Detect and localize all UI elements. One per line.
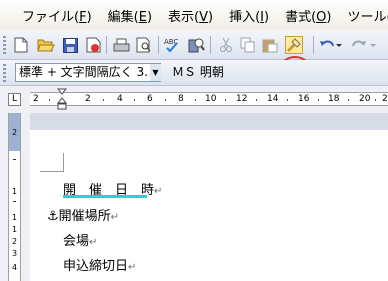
vruler-number: 2 (11, 128, 18, 137)
new-icon[interactable] (12, 36, 30, 54)
standard-toolbar: ABC (0, 30, 388, 92)
anchor-icon: ⚓ (47, 209, 59, 224)
print-preview-icon[interactable] (135, 36, 153, 54)
vruler-number: 3 (11, 249, 18, 258)
permission-icon[interactable] (84, 36, 102, 54)
toolbar-grip[interactable] (3, 64, 6, 82)
menu-tools[interactable]: ツール(T) (347, 6, 388, 25)
open-icon[interactable] (37, 36, 55, 54)
toolbar-separator (313, 36, 314, 54)
tab-selector-icon[interactable]: L (8, 93, 21, 106)
margin-corner-mark (40, 171, 64, 172)
paste-icon[interactable] (261, 36, 279, 54)
line-text: 申込締切日 (63, 259, 129, 274)
toolbar-separator (210, 36, 211, 54)
undo-dropdown-icon[interactable] (334, 36, 344, 54)
toolbar-grip[interactable] (3, 36, 6, 54)
vruler-number: 2 (11, 237, 18, 246)
copy-icon[interactable] (239, 36, 257, 54)
left-gutter (0, 113, 8, 281)
margin-corner-mark (63, 153, 64, 171)
toolbar-separator (106, 36, 107, 54)
ruler-number: 22 (382, 94, 388, 104)
formatting-toolbar: 標準 + 文字間隔広く 3. ▼ ＭＳ 明朝 (0, 60, 388, 86)
print-icon[interactable] (112, 36, 130, 54)
paragraph-line[interactable]: 申込締切日↵ (63, 255, 136, 274)
ruler-number: 6 (147, 94, 153, 104)
vruler-number: 4 (11, 263, 18, 272)
menu-view[interactable]: 表示(V) (168, 6, 213, 25)
ruler-number: 12 (236, 94, 248, 104)
ruler-strip[interactable]: 2 2 4 6 8 10 12 14 16 18 20 22 (30, 92, 388, 106)
format-painter-icon[interactable] (285, 36, 303, 54)
ruler-number: 8 (178, 94, 184, 104)
save-icon[interactable] (61, 36, 79, 54)
redo-icon[interactable] (350, 36, 368, 54)
double-underline-mark (63, 195, 147, 198)
ruler-number: 14 (267, 94, 279, 104)
horizontal-ruler: L 2 2 4 6 8 10 12 14 16 18 20 22 (0, 86, 388, 113)
ruler-number: 10 (205, 94, 217, 104)
research-icon[interactable] (187, 36, 205, 54)
vruler-number: 1 (11, 187, 18, 196)
chevron-down-icon[interactable]: ▼ (150, 64, 161, 81)
paragraph-mark-icon: ↵ (128, 262, 137, 273)
ruler-number: 16 (298, 94, 310, 104)
paragraph-mark-icon: ↵ (89, 237, 98, 248)
paragraph-line[interactable]: ⚓開催場所↵ (47, 205, 119, 224)
paragraph-line[interactable]: 会場↵ (63, 230, 97, 249)
spelling-icon[interactable]: ABC (164, 36, 182, 54)
page-top-gap (30, 113, 388, 130)
menu-edit[interactable]: 編集(E) (108, 6, 152, 25)
ruler-number: 20 (359, 94, 371, 104)
menu-file[interactable]: ファイル(F) (22, 6, 92, 25)
ruler-number: 18 (328, 94, 340, 104)
font-select[interactable]: ＭＳ 明朝 (166, 63, 388, 82)
ruler-number: 4 (117, 94, 123, 104)
line-text: 会場 (63, 234, 90, 249)
menu-format[interactable]: 書式(O) (285, 6, 331, 25)
vruler-number: 1 (11, 225, 18, 234)
toolbar-separator (158, 36, 159, 54)
paragraph-mark-icon: ↵ (110, 212, 120, 223)
line-text: 開催場所 (58, 209, 111, 224)
style-select[interactable]: 標準 + 文字間隔広く 3. (15, 63, 161, 82)
ruler-gap (21, 113, 30, 281)
cut-icon[interactable] (217, 36, 235, 54)
ruler-number: 2 (85, 94, 91, 104)
document-page[interactable]: 開 催 日 時↵ ⚓開催場所↵ 会場↵ 申込締切日↵ (30, 113, 388, 281)
paragraph-mark-icon: ↵ (154, 186, 163, 197)
menu-insert[interactable]: 挿入(I) (229, 6, 269, 25)
menu-bar: ファイル(F) 編集(E) 表示(V) 挿入(I) 書式(O) ツール(T) (0, 0, 388, 30)
indent-marker-icon[interactable] (57, 88, 67, 110)
vertical-ruler[interactable]: 2 1 1 1 2 3 4 (8, 113, 21, 281)
ruler-number: 2 (33, 94, 39, 104)
vruler-number: 1 (11, 213, 18, 222)
redo-dropdown-icon[interactable] (368, 36, 378, 54)
